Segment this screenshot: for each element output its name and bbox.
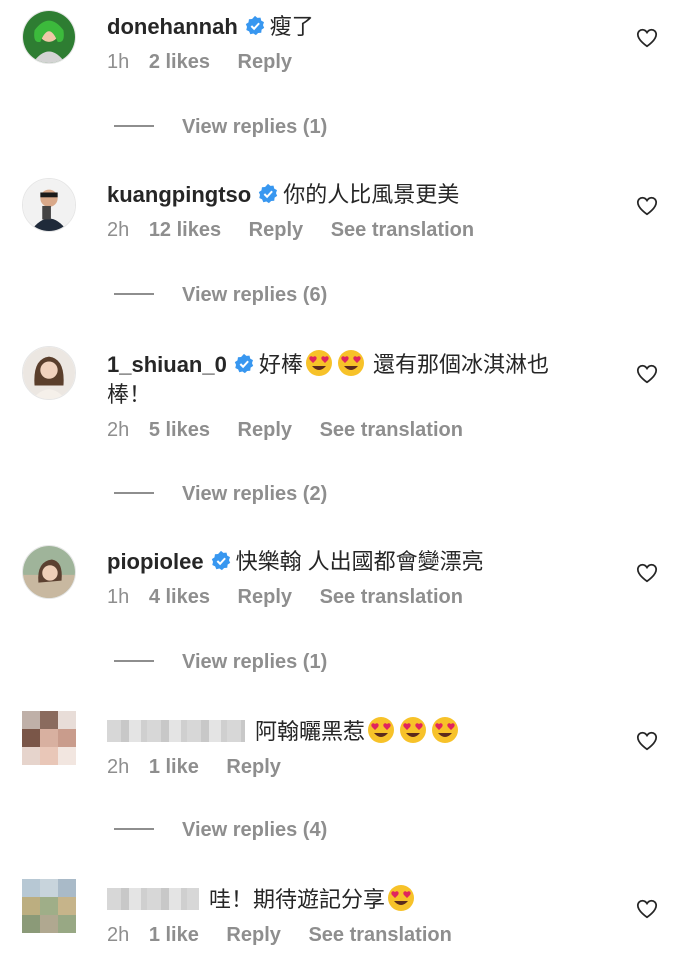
- verified-badge-icon: [234, 353, 254, 374]
- avatar[interactable]: [22, 10, 76, 64]
- timestamp: 2h: [107, 219, 130, 241]
- heart-outline-icon[interactable]: [636, 195, 658, 217]
- view-replies-button[interactable]: View replies (2): [114, 482, 327, 506]
- comment-text: 還有那個冰淇淋也: [372, 352, 549, 377]
- view-replies-label: View replies (2): [182, 483, 328, 505]
- avatar[interactable]: [22, 711, 76, 765]
- comment-text: 瘦了: [269, 14, 314, 39]
- heart-outline-icon[interactable]: [636, 363, 658, 385]
- reply-button[interactable]: Reply: [238, 419, 292, 441]
- comment-text: 快樂翰 人出國都會變漂亮: [235, 549, 484, 574]
- see-translation-button[interactable]: See translation: [331, 219, 474, 241]
- heart-eyes-emoji-icon: [388, 885, 415, 911]
- view-replies-button[interactable]: View replies (1): [114, 650, 327, 674]
- view-replies-label: View replies (4): [182, 819, 328, 841]
- timestamp: 1h: [107, 51, 130, 73]
- see-translation-button[interactable]: See translation: [320, 586, 463, 608]
- heart-outline-icon[interactable]: [636, 562, 658, 584]
- view-replies-button[interactable]: View replies (4): [114, 818, 327, 842]
- timestamp: 2h: [107, 756, 130, 778]
- comment-text: 哇！期待遊記分享: [209, 887, 386, 912]
- see-translation-button[interactable]: See translation: [320, 419, 463, 441]
- blurred-username[interactable]: [107, 888, 199, 910]
- likes-count[interactable]: 1 like: [149, 756, 199, 778]
- timestamp: 2h: [107, 924, 130, 946]
- heart-outline-icon[interactable]: [636, 898, 658, 920]
- avatar[interactable]: [22, 879, 76, 933]
- view-replies-button[interactable]: View replies (6): [114, 283, 327, 307]
- reply-button[interactable]: Reply: [238, 586, 292, 608]
- verified-badge-icon: [211, 550, 230, 571]
- view-replies-label: View replies (1): [182, 651, 328, 673]
- replies-divider: [114, 492, 154, 494]
- likes-count[interactable]: 12 likes: [149, 219, 221, 241]
- comment-text: 你的人比風景更美: [283, 182, 460, 207]
- timestamp: 1h: [107, 586, 130, 608]
- reply-button[interactable]: Reply: [226, 756, 280, 778]
- likes-count[interactable]: 4 likes: [149, 586, 210, 608]
- heart-outline-icon[interactable]: [636, 730, 658, 752]
- replies-divider: [114, 125, 154, 127]
- replies-divider: [114, 660, 154, 662]
- reply-button[interactable]: Reply: [226, 924, 280, 946]
- heart-eyes-emoji-icon: [337, 350, 364, 376]
- view-replies-label: View replies (6): [182, 284, 328, 306]
- see-translation-button[interactable]: See translation: [308, 924, 451, 946]
- avatar[interactable]: [22, 545, 76, 599]
- heart-eyes-emoji-icon: [368, 717, 395, 743]
- heart-eyes-emoji-icon: [305, 350, 332, 376]
- verified-badge-icon: [245, 15, 264, 36]
- heart-eyes-emoji-icon: [400, 717, 427, 743]
- username[interactable]: piopiolee: [107, 549, 204, 574]
- likes-count[interactable]: 2 likes: [149, 51, 210, 73]
- reply-button[interactable]: Reply: [249, 219, 303, 241]
- timestamp: 2h: [107, 419, 130, 441]
- replies-divider: [114, 293, 154, 295]
- comment-text: 阿翰曬黑惹: [255, 719, 366, 744]
- avatar[interactable]: [22, 346, 76, 400]
- username[interactable]: kuangpingtso: [107, 182, 251, 207]
- likes-count[interactable]: 5 likes: [149, 419, 210, 441]
- reply-button[interactable]: Reply: [238, 51, 292, 73]
- verified-badge-icon: [259, 183, 278, 204]
- username[interactable]: donehannah: [107, 14, 238, 39]
- heart-eyes-emoji-icon: [432, 717, 459, 743]
- view-replies-button[interactable]: View replies (1): [114, 115, 327, 139]
- heart-outline-icon[interactable]: [636, 27, 658, 49]
- comment-text: 好棒: [258, 352, 303, 377]
- username[interactable]: 1_shiuan_0: [107, 352, 227, 377]
- blurred-username[interactable]: [107, 720, 245, 742]
- comment-text: 棒！: [107, 382, 152, 407]
- replies-divider: [114, 828, 154, 830]
- view-replies-label: View replies (1): [182, 116, 328, 138]
- likes-count[interactable]: 1 like: [149, 924, 199, 946]
- avatar[interactable]: [22, 178, 76, 232]
- comment-list: donehannah 瘦了 1h 2 likes Reply View repli…: [0, 0, 678, 958]
